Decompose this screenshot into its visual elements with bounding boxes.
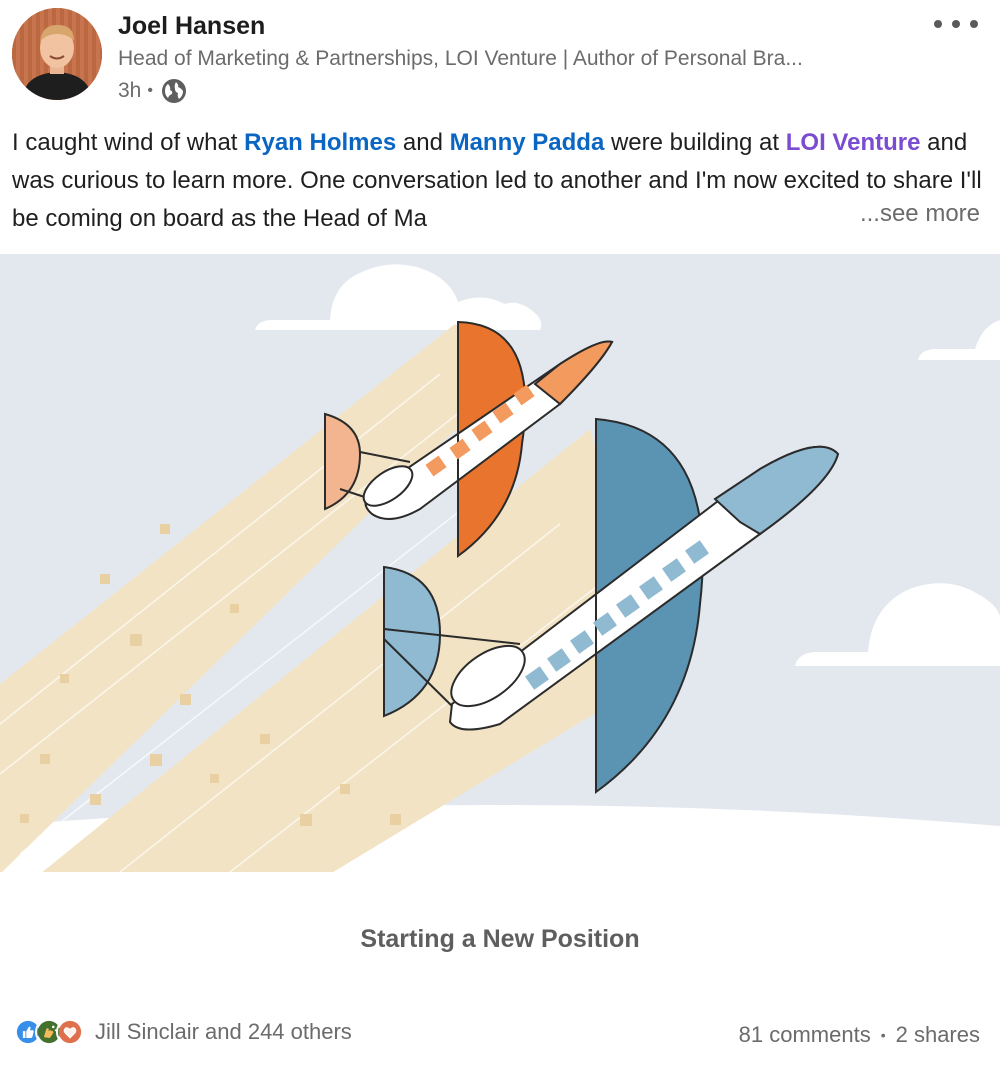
post-meta: 3h • — [118, 78, 187, 104]
image-caption: Starting a New Position — [360, 925, 640, 953]
reactors-text: Jill Sinclair and 244 others — [95, 1019, 352, 1044]
post-text-segment: and — [396, 129, 450, 156]
love-icon — [56, 1018, 84, 1046]
ellipsis-dot-icon — [970, 20, 978, 28]
engagement-separator: • — [880, 1027, 886, 1043]
mention-link[interactable]: Ryan Holmes — [244, 129, 396, 156]
ellipsis-dot-icon — [934, 20, 942, 28]
post-time: 3h — [118, 79, 142, 102]
shares-count-link[interactable]: 2 shares — [896, 1022, 980, 1048]
post-text: I caught wind of what Ryan Holmes and Ma… — [12, 124, 987, 238]
mention-link[interactable]: Manny Padda — [450, 129, 605, 156]
post-text-segment: were building at — [604, 129, 786, 156]
meta-separator: • — [147, 82, 153, 99]
globe-icon — [161, 79, 186, 103]
ellipsis-dot-icon — [952, 20, 960, 28]
more-options-button[interactable] — [934, 14, 978, 34]
author-name[interactable]: Joel Hansen — [118, 12, 265, 41]
company-link[interactable]: LOI Venture — [786, 129, 921, 156]
feed-post: Joel Hansen Head of Marketing & Partners… — [0, 0, 1000, 1066]
reactions-summary[interactable]: Jill Sinclair and 244 others — [14, 1018, 352, 1046]
see-more-link[interactable]: ...see more — [845, 200, 980, 228]
author-avatar[interactable] — [12, 8, 102, 100]
social-counts-bar: Jill Sinclair and 244 others 81 comments… — [0, 1012, 1000, 1056]
engagement-counts: 81 comments • 2 shares — [739, 1022, 980, 1048]
author-headline: Head of Marketing & Partnerships, LOI Ve… — [118, 47, 803, 70]
airplanes-illustration — [0, 254, 1000, 872]
comments-count-link[interactable]: 81 comments — [739, 1022, 871, 1048]
post-header: Joel Hansen Head of Marketing & Partners… — [0, 0, 1000, 110]
post-text-segment: I caught wind of what — [12, 129, 245, 156]
post-image[interactable] — [0, 254, 1000, 872]
